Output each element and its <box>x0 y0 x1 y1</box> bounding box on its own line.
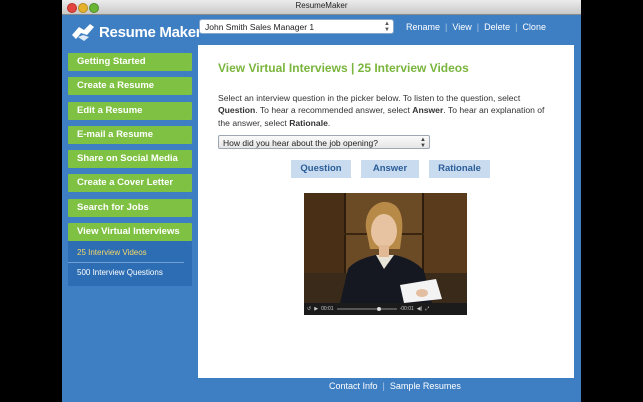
resume-actions: Rename | View | Delete | Clone <box>403 22 549 32</box>
interview-video-player[interactable]: ↺ ▶ 00:01 -00:01 ◀) ⤢ <box>304 193 467 315</box>
resume-select-value: John Smith Sales Manager 1 <box>205 22 315 32</box>
instructions: Select an interview question in the pick… <box>218 92 558 129</box>
sample-resumes-link[interactable]: Sample Resumes <box>390 381 461 391</box>
window-title: ResumeMaker <box>295 1 348 10</box>
sidebar-item-share-social[interactable]: Share on Social Media <box>68 150 192 169</box>
sidebar-item-create-resume[interactable]: Create a Resume <box>68 77 192 96</box>
logo-text: Resume Maker <box>99 23 202 41</box>
question-picker-value: How did you hear about the job opening? <box>223 138 379 148</box>
instructions-text: Select an interview question in the pick… <box>218 93 521 103</box>
footer-links: Contact Info | Sample Resumes <box>329 381 461 391</box>
clone-link[interactable]: Clone <box>519 22 549 32</box>
instructions-answer: Answer <box>412 105 444 116</box>
sidebar-item-email-resume[interactable]: E-mail a Resume <box>68 125 192 144</box>
app-window: ResumeMaker Resume Maker John Smith Sale… <box>62 0 581 402</box>
sidebar-item-getting-started[interactable]: Getting Started <box>68 53 192 71</box>
contact-info-link[interactable]: Contact Info <box>329 381 378 391</box>
title-bar: ResumeMaker <box>62 0 581 15</box>
subnav-item-interview-questions[interactable]: 500 Interview Questions <box>68 263 192 282</box>
subnav-item-interview-videos[interactable]: 25 Interview Videos <box>68 243 184 264</box>
question-picker[interactable]: How did you hear about the job opening? … <box>218 135 430 149</box>
volume-icon[interactable]: ◀) <box>417 306 423 312</box>
instructions-rationale: Rationale <box>289 117 328 128</box>
resumemaker-logo: Resume Maker <box>70 21 202 43</box>
rationale-button[interactable]: Rationale <box>429 160 490 178</box>
rename-link[interactable]: Rename <box>403 22 443 32</box>
sidebar-subnav: 25 Interview Videos 500 Interview Questi… <box>68 241 192 287</box>
video-controls: ↺ ▶ 00:01 -00:01 ◀) ⤢ <box>304 303 467 315</box>
sidebar-item-edit-resume[interactable]: Edit a Resume <box>68 101 192 120</box>
elapsed-time: 00:01 <box>321 306 334 312</box>
fullscreen-icon[interactable]: ⤢ <box>425 306 429 312</box>
sidebar-item-cover-letter[interactable]: Create a Cover Letter <box>68 174 192 193</box>
view-link[interactable]: View <box>449 22 474 32</box>
resume-select[interactable]: John Smith Sales Manager 1 ▲ ▼ <box>199 19 394 34</box>
main-content: View Virtual Interviews | 25 Interview V… <box>198 45 574 378</box>
instructions-text: . To hear a recommended answer, select <box>255 105 413 116</box>
answer-button[interactable]: Answer <box>361 160 419 178</box>
separator: | <box>382 381 385 391</box>
sidebar-item-virtual-interviews[interactable]: View Virtual Interviews <box>68 223 192 242</box>
updown-arrows-icon: ▲ ▼ <box>384 21 390 33</box>
sidebar-item-search-jobs[interactable]: Search for Jobs <box>68 198 192 217</box>
rewind-icon[interactable]: ↺ <box>307 306 311 312</box>
sidebar-nav: Getting Started Create a Resume Edit a R… <box>68 53 192 287</box>
page-title: View Virtual Interviews | 25 Interview V… <box>218 61 469 75</box>
updown-arrows-icon: ▲ ▼ <box>420 137 426 149</box>
interviewer-video-frame <box>304 193 467 303</box>
delete-link[interactable]: Delete <box>481 22 513 32</box>
remaining-time: -00:01 <box>399 306 414 312</box>
question-button[interactable]: Question <box>291 160 351 178</box>
play-icon[interactable]: ▶ <box>314 306 318 312</box>
logo-hand-icon <box>72 24 94 41</box>
app-header: Resume Maker John Smith Sales Manager 1 … <box>62 15 581 47</box>
video-progress-bar[interactable] <box>336 307 397 311</box>
instructions-text: . <box>327 117 331 128</box>
video-scrubber[interactable] <box>376 307 381 311</box>
footer: Contact Info | Sample Resumes <box>62 378 581 402</box>
instructions-question: Question <box>218 105 256 116</box>
